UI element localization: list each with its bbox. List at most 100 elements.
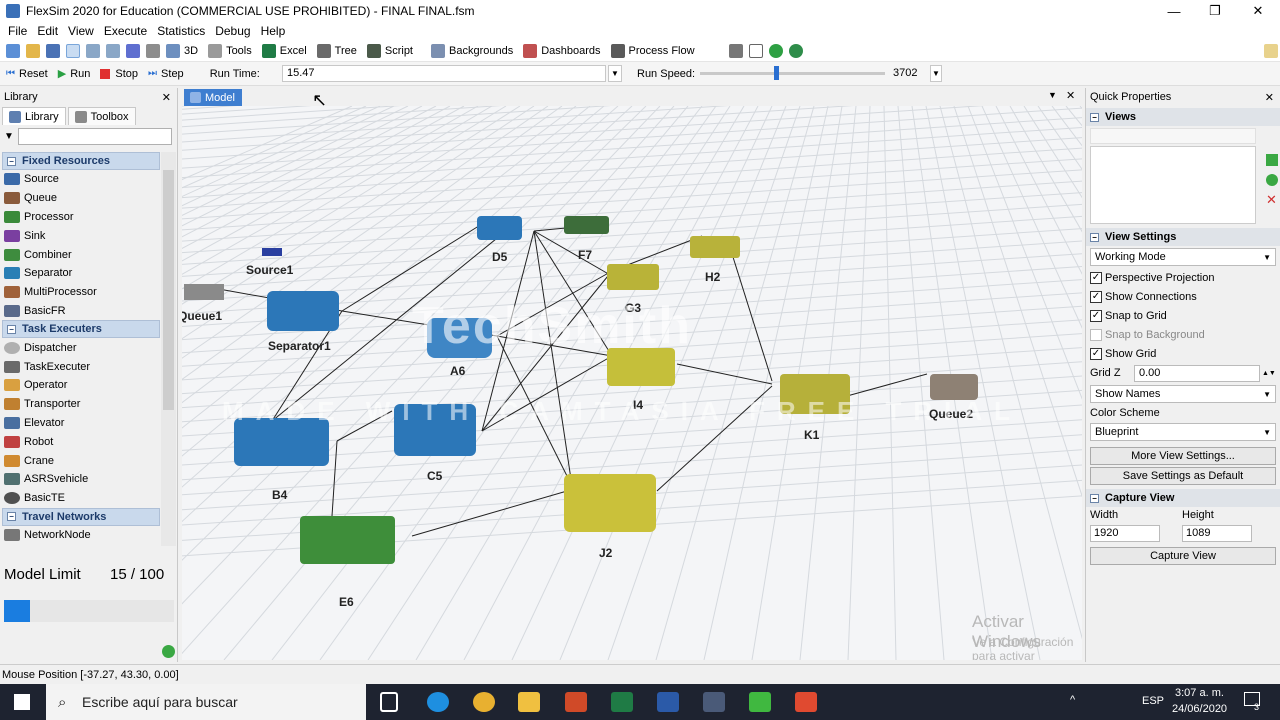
run-time-field[interactable]: 15.47 xyxy=(282,65,606,82)
flexsim-taskbar-icon[interactable] xyxy=(703,692,725,712)
powerpoint-icon[interactable] xyxy=(565,692,587,712)
library-item-robot[interactable]: Robot xyxy=(0,432,176,451)
run-time-dropdown-icon[interactable]: ▼ xyxy=(608,65,622,82)
dashboards-button[interactable]: Dashboards xyxy=(523,43,601,58)
library-item-dispatcher[interactable]: Dispatcher xyxy=(0,338,176,357)
queue1-model[interactable] xyxy=(184,284,224,300)
quick-properties-close-icon[interactable]: ✕ xyxy=(1265,91,1274,104)
library-scrollbar[interactable] xyxy=(161,152,176,546)
library-item-separator[interactable]: Separator xyxy=(0,264,176,283)
help-icon[interactable] xyxy=(162,645,175,658)
separator1-model[interactable] xyxy=(267,291,339,331)
run-speed-thumb[interactable] xyxy=(774,66,779,80)
save-icon[interactable] xyxy=(46,43,60,58)
group-travel-networks[interactable]: − Travel Networks xyxy=(2,507,160,526)
step-button[interactable]: ⏭ Step xyxy=(148,68,184,80)
show-names-select[interactable]: Show Names ▼ xyxy=(1090,385,1276,403)
library-item-processor[interactable]: Processor xyxy=(0,208,176,227)
delete-view-icon[interactable]: ✕ xyxy=(1266,192,1277,208)
pointer-mode-icon[interactable] xyxy=(66,43,80,58)
select-color-icon[interactable] xyxy=(126,43,140,58)
tab-library[interactable]: Library xyxy=(2,107,66,125)
chrome-icon[interactable] xyxy=(473,692,495,712)
edit-selected-icon[interactable] xyxy=(146,43,160,58)
run-speed-dropdown-icon[interactable]: ▼ xyxy=(930,65,942,82)
views-list[interactable] xyxy=(1090,146,1256,224)
refresh-view-icon[interactable] xyxy=(1266,174,1278,186)
capture-view-section[interactable]: − Capture View xyxy=(1086,489,1280,507)
model-close-icon[interactable]: ✕ xyxy=(1066,89,1075,102)
layout-icon[interactable] xyxy=(728,43,743,58)
menu-help[interactable]: Help xyxy=(261,24,286,38)
group-task-executers[interactable]: − Task Executers xyxy=(2,320,160,339)
library-close-icon[interactable]: ✕ xyxy=(162,91,171,104)
run-button[interactable]: ▶ Run xyxy=(58,67,91,81)
connect-mode-icon[interactable] xyxy=(86,43,100,58)
g3-model[interactable] xyxy=(607,264,659,290)
library-item-basicte[interactable]: BasicTE xyxy=(0,489,176,508)
taskbar-search[interactable]: ⌕ Escribe aquí para buscar xyxy=(46,684,366,720)
e6-model[interactable] xyxy=(300,516,395,564)
save-settings-default-button[interactable]: Save Settings as Default xyxy=(1090,467,1276,485)
windows-start-icon[interactable] xyxy=(14,694,30,710)
snap-to-background-checkbox[interactable]: Snap to Background xyxy=(1086,325,1280,344)
add-view-icon[interactable] xyxy=(1266,154,1278,166)
run-speed-slider[interactable] xyxy=(700,72,885,75)
new-file-icon[interactable] xyxy=(6,43,20,58)
tools-button[interactable]: Tools xyxy=(208,43,252,58)
views-section[interactable]: − Views xyxy=(1086,108,1280,126)
tab-toolbox[interactable]: Toolbox xyxy=(67,107,136,125)
capture-view-button[interactable]: Capture View xyxy=(1090,547,1276,565)
menu-edit[interactable]: Edit xyxy=(37,24,58,38)
show-connections-checkbox[interactable]: ✓ Show Connections xyxy=(1086,287,1280,306)
library-item-source[interactable]: Source xyxy=(0,170,176,189)
color-scheme-select[interactable]: Blueprint ▼ xyxy=(1090,423,1276,441)
library-item-sink[interactable]: Sink xyxy=(0,226,176,245)
clock-date[interactable]: 24/06/2020 xyxy=(1172,703,1227,715)
tree-button[interactable]: Tree xyxy=(316,43,357,58)
library-item-networknode[interactable]: NetworkNode xyxy=(0,526,176,545)
minimize-button[interactable]: — xyxy=(1152,0,1196,22)
model-3d-view[interactable]: D5 F7 H2 G3 Source1 Queue1 Separator1 A6… xyxy=(182,106,1082,660)
camtasia-icon[interactable] xyxy=(795,692,817,712)
library-item-combiner[interactable]: Combiner xyxy=(0,245,176,264)
menu-view[interactable]: View xyxy=(68,24,94,38)
backgrounds-button[interactable]: Backgrounds xyxy=(431,43,513,58)
f7-model[interactable] xyxy=(564,216,609,234)
help-icon[interactable] xyxy=(768,43,783,58)
stop-button[interactable]: Stop xyxy=(100,68,138,80)
excel-button[interactable]: Excel xyxy=(261,43,307,58)
menu-execute[interactable]: Execute xyxy=(104,24,147,38)
file-explorer-icon[interactable] xyxy=(518,692,540,712)
library-item-elevator[interactable]: Elevator xyxy=(0,414,176,433)
word-icon[interactable] xyxy=(657,692,679,712)
show-grid-checkbox[interactable]: ✓ Show Grid xyxy=(1086,344,1280,363)
source1-model[interactable] xyxy=(262,248,282,256)
library-item-asrsvehicle[interactable]: ASRSvehicle xyxy=(0,470,176,489)
close-button[interactable]: ✕ xyxy=(1236,0,1280,22)
tab-menu-icon[interactable]: ▼ xyxy=(1048,90,1057,100)
menu-debug[interactable]: Debug xyxy=(215,24,250,38)
snap-to-grid-checkbox[interactable]: ✓ Snap to Grid xyxy=(1086,306,1280,325)
menu-file[interactable]: File xyxy=(8,24,27,38)
library-item-taskexecuter[interactable]: TaskExecuter xyxy=(0,357,176,376)
task-view-icon[interactable] xyxy=(380,692,398,712)
j2-model[interactable] xyxy=(564,474,656,532)
camtasia-recorder-icon[interactable] xyxy=(749,692,771,712)
d5-model[interactable] xyxy=(477,216,522,240)
library-item-crane[interactable]: Crane xyxy=(0,451,176,470)
library-filter-input[interactable] xyxy=(17,127,172,145)
open-folder-icon[interactable] xyxy=(26,43,40,58)
reset-button[interactable]: ⏮ Reset xyxy=(6,68,48,80)
library-item-transporter[interactable]: Transporter xyxy=(0,395,176,414)
library-scroll-thumb[interactable] xyxy=(163,170,174,410)
language-indicator[interactable]: ESP xyxy=(1142,695,1164,707)
tray-chevron-icon[interactable]: ^ xyxy=(1070,694,1075,706)
library-item-queue[interactable]: Queue xyxy=(0,189,176,208)
group-fixed-resources[interactable]: − Fixed Resources xyxy=(2,152,160,170)
h2-model[interactable] xyxy=(690,236,740,258)
library-item-operator[interactable]: Operator xyxy=(0,376,176,395)
view-settings-section[interactable]: − View Settings xyxy=(1086,228,1280,246)
working-mode-select[interactable]: Working Mode ▼ xyxy=(1090,248,1276,266)
grid-z-input[interactable]: 0.00 xyxy=(1134,364,1260,382)
